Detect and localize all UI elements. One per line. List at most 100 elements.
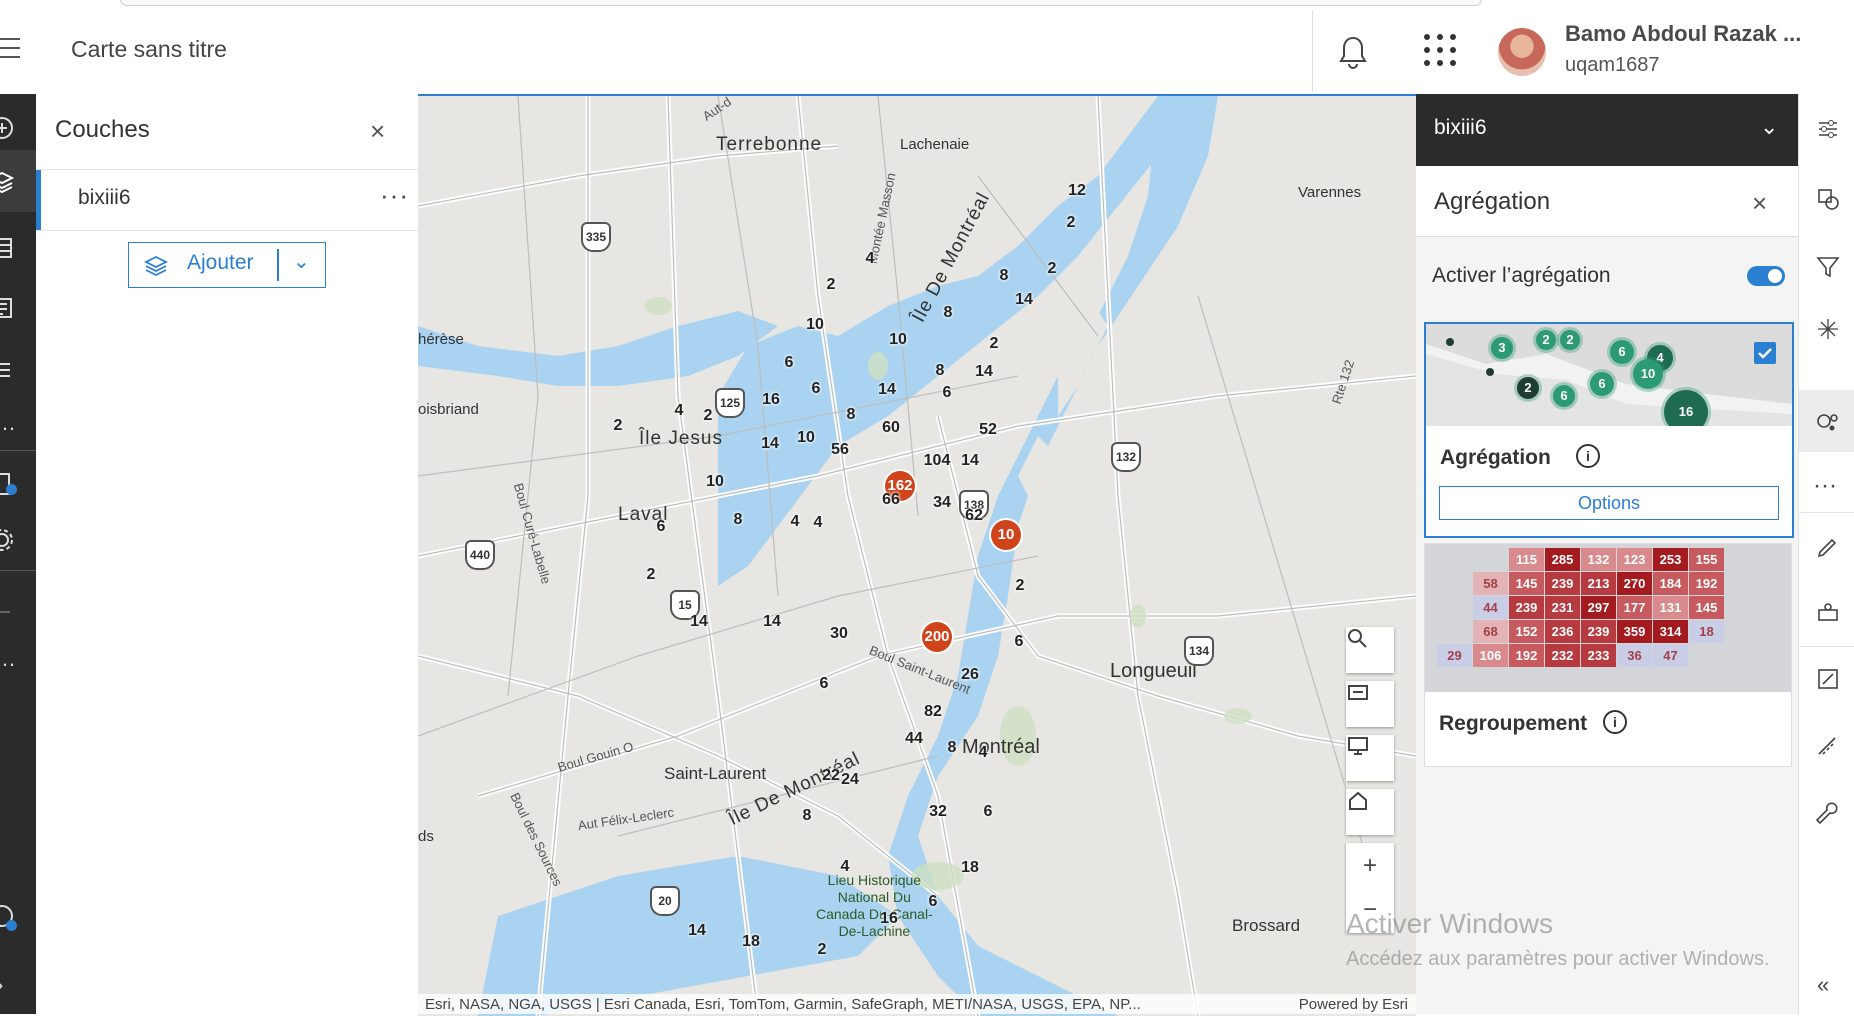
cluster-count[interactable]: 10 (806, 316, 824, 334)
collapse-icon[interactable]: « (1817, 972, 1829, 998)
user-name[interactable]: Bamo Abdoul Razak ... (1565, 21, 1801, 47)
cluster-count[interactable]: 6 (785, 354, 794, 372)
cluster-count[interactable]: 6 (657, 518, 666, 536)
cluster-count[interactable]: 8 (936, 362, 945, 380)
cluster-count[interactable]: 56 (831, 441, 849, 459)
add-icon[interactable] (0, 114, 16, 142)
properties-icon[interactable] (1815, 116, 1841, 142)
aggregation-toggle[interactable] (1747, 266, 1785, 286)
cluster-count[interactable]: 6 (820, 675, 829, 693)
cluster-count[interactable]: 6 (1015, 633, 1024, 651)
cluster-count[interactable]: 34 (933, 494, 951, 512)
map-view[interactable]: Terrebonne Lachenaie Varennes hérèse ois… (418, 94, 1416, 1016)
cluster-count[interactable]: 10 (889, 331, 907, 349)
more-icon[interactable]: … (0, 646, 16, 672)
cluster-count[interactable]: 2 (818, 941, 827, 959)
measure-icon[interactable] (1815, 734, 1841, 760)
aggregation-icon[interactable] (1815, 408, 1841, 434)
cluster-count[interactable]: 2 (704, 407, 713, 425)
cluster-count[interactable]: 2 (827, 276, 836, 294)
layers-icon[interactable] (0, 168, 16, 196)
cluster-count[interactable]: 2 (1016, 577, 1025, 595)
cluster-count[interactable]: 14 (688, 922, 706, 940)
cluster-count[interactable]: 4 (791, 513, 800, 531)
layer-options-icon[interactable]: ··· (380, 180, 409, 211)
cluster-count[interactable]: 18 (961, 859, 979, 877)
styles-icon[interactable] (1815, 186, 1841, 212)
layer-select[interactable]: bixiii6 ⌄ (1416, 94, 1798, 166)
cluster-count[interactable]: 6 (929, 893, 938, 911)
cluster-count[interactable]: 30 (830, 625, 848, 643)
cluster-count[interactable]: 8 (847, 406, 856, 424)
share-icon[interactable] (0, 590, 16, 618)
more-icon[interactable]: ··· (1813, 472, 1837, 500)
cluster-count[interactable]: 8 (803, 807, 812, 825)
menu-icon[interactable] (0, 38, 20, 60)
info-icon[interactable]: i (1603, 710, 1627, 734)
clustering-card[interactable]: 115 285 132 123 253 155 58 145 239 213 270 184 192 44… (1424, 543, 1792, 767)
avatar[interactable] (1498, 28, 1546, 76)
cluster-count[interactable]: 2 (614, 417, 623, 435)
info-icon[interactable]: i (1576, 444, 1600, 468)
search-icon[interactable] (1346, 627, 1394, 673)
cluster-count[interactable]: 10 (706, 473, 724, 491)
cluster-count[interactable]: 2 (647, 566, 656, 584)
cluster-count[interactable]: 200 (922, 622, 952, 652)
aggregation-card[interactable]: 3 2 2 6 4 10 2 6 6 16 Agrégation i Options (1424, 322, 1794, 538)
cluster-count[interactable]: 4 (866, 250, 875, 268)
cluster-count[interactable]: 44 (905, 730, 923, 748)
chevron-down-icon[interactable]: ⌄ (1760, 114, 1778, 140)
cluster-count[interactable]: 4 (979, 744, 988, 762)
cluster-count[interactable]: 14 (975, 363, 993, 381)
bell-icon[interactable] (1336, 34, 1370, 70)
cluster-count[interactable]: 14 (878, 381, 896, 399)
cluster-count[interactable]: 52 (979, 421, 997, 439)
cluster-count[interactable]: 12 (1068, 182, 1086, 200)
cluster-count[interactable]: 82 (924, 703, 942, 721)
wrench-icon[interactable] (1815, 802, 1841, 828)
cluster-count[interactable]: 10 (991, 520, 1021, 550)
effects-icon[interactable] (1815, 316, 1841, 342)
more-icon[interactable]: … (0, 410, 16, 436)
sketch-icon[interactable] (0, 294, 16, 322)
cluster-count[interactable]: 8 (734, 511, 743, 529)
cluster-count[interactable]: 8 (948, 739, 957, 757)
cluster-count[interactable]: 8 (1000, 267, 1009, 285)
apps-grid-icon[interactable] (1424, 34, 1456, 66)
layer-item-bixiii6[interactable]: bixiii6 (78, 186, 131, 210)
options-button[interactable]: Options (1439, 486, 1779, 520)
browser-address-bar[interactable] (120, 0, 1482, 6)
close-icon[interactable]: × (370, 116, 385, 147)
cluster-count[interactable]: 14 (961, 452, 979, 470)
cluster-count[interactable]: 32 (929, 803, 947, 821)
filter-icon[interactable] (1815, 254, 1841, 280)
cluster-count[interactable]: 2 (990, 335, 999, 353)
map-print-icon[interactable] (1346, 681, 1394, 727)
attribution-text[interactable]: Esri, NASA, NGA, USGS | Esri Canada, Esr… (425, 996, 1141, 1013)
close-icon[interactable]: × (1752, 188, 1767, 219)
cluster-count[interactable]: 4 (675, 402, 684, 420)
cluster-count[interactable]: 22 (822, 767, 840, 785)
cluster-count[interactable]: 104 (924, 452, 951, 470)
gear-icon[interactable] (0, 526, 16, 554)
table-icon[interactable] (0, 234, 16, 262)
chevron-down-icon[interactable]: ⌄ (293, 249, 310, 274)
cluster-count[interactable]: 8 (944, 304, 953, 322)
zoom-in-icon[interactable]: + (1363, 844, 1377, 888)
cluster-count[interactable]: 66 (882, 491, 900, 509)
cluster-count[interactable]: 4 (814, 514, 823, 532)
cluster-count[interactable]: 10 (797, 429, 815, 447)
cluster-count[interactable]: 26 (961, 666, 979, 684)
cluster-count[interactable]: 18 (742, 933, 760, 951)
cluster-count[interactable]: 6 (943, 384, 952, 402)
cluster-count[interactable]: 14 (761, 435, 779, 453)
cluster-count[interactable]: 6 (984, 803, 993, 821)
cluster-count[interactable]: 60 (882, 419, 900, 437)
selected-checkbox[interactable] (1754, 342, 1776, 364)
powered-by-esri[interactable]: Powered by Esri (1299, 996, 1408, 1013)
add-layer-button[interactable]: Ajouter ⌄ (128, 242, 326, 288)
cluster-count[interactable]: 14 (690, 613, 708, 631)
cluster-count[interactable]: 24 (841, 771, 859, 789)
cluster-count[interactable]: 2 (1067, 214, 1076, 232)
sketch-icon[interactable] (1815, 666, 1841, 692)
